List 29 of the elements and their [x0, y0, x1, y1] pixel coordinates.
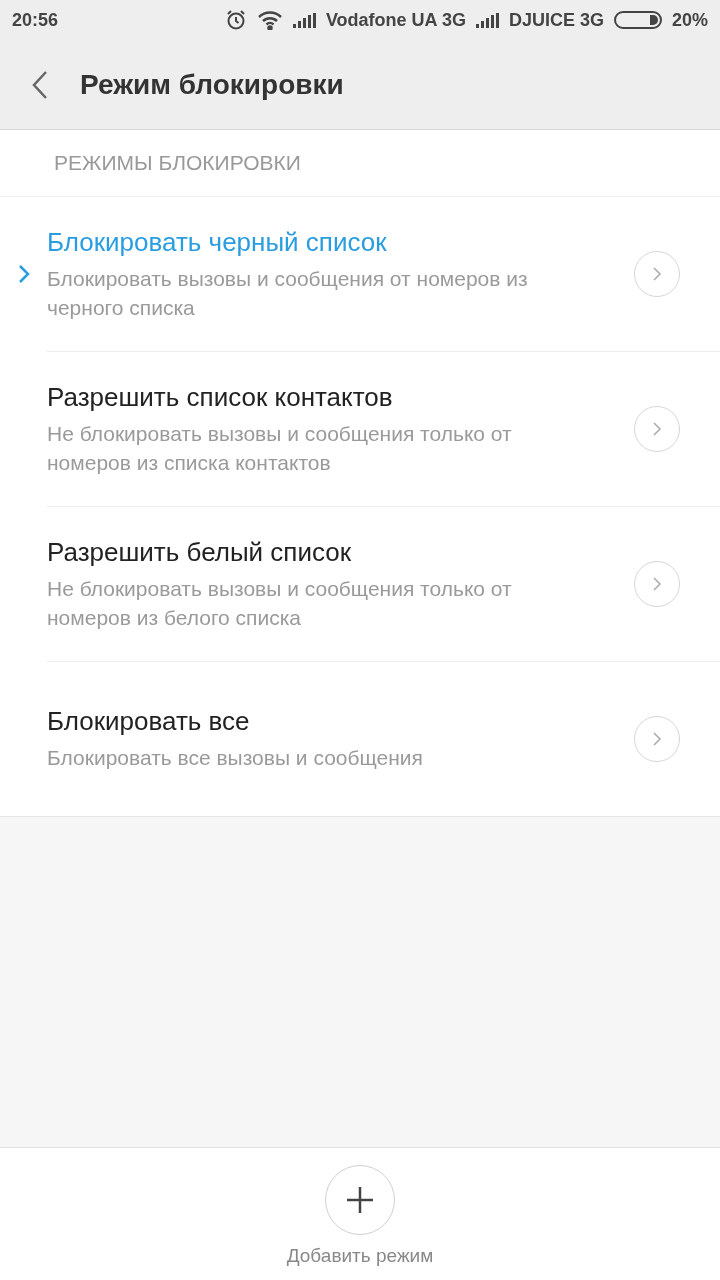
mode-item[interactable]: Блокировать все Блокировать все вызовы и сообщения [47, 661, 720, 816]
mode-description: Блокировать вызовы и сообщения от номеров из черного списка [47, 265, 529, 321]
wifi-icon [256, 10, 283, 30]
chevron-icon [652, 266, 662, 282]
mode-title: Блокировать черный список [47, 226, 388, 258]
screen-title: Режим блокировки [80, 68, 344, 101]
mode-title: Разрешить белый список [47, 536, 353, 568]
carrier-name: Vodafone UA 3G [325, 9, 466, 31]
mode-title: Блокировать все [47, 706, 251, 737]
section-header: РЕЖИМЫ БЛОКИРОВКИ [54, 151, 301, 175]
back-icon [31, 69, 49, 100]
add-label: Добавить режим [286, 1245, 434, 1267]
signal-icon [475, 12, 499, 28]
battery-percent: 20% [671, 9, 708, 31]
mode-description: Не блокировать вызовы и сообщения только от номеров из белого списка [47, 575, 513, 631]
carrier-name: DJUICE 3G [508, 9, 604, 31]
plus-icon [347, 1187, 373, 1213]
mode-description: Блокировать все вызовы и сообщения [47, 745, 424, 771]
chevron-icon [652, 421, 662, 437]
signal-icon [292, 12, 316, 28]
mode-title: Разрешить список контактов [47, 381, 394, 413]
mode-description: Не блокировать вызовы и сообщения только от номеров из списка контактов [47, 420, 513, 476]
battery-icon [613, 10, 662, 30]
mode-item[interactable]: Разрешить белый список Не блокировать вызовы и сообщения только от номеров из белого списка [47, 506, 720, 661]
chevron-icon [18, 264, 30, 284]
mode-item[interactable]: Разрешить список контактов Не блокировать вызовы и сообщения только от номеров из списка контактов [47, 351, 720, 506]
status-time: 20:56 [12, 9, 59, 31]
chevron-icon [652, 731, 662, 747]
chevron-icon [652, 576, 662, 592]
